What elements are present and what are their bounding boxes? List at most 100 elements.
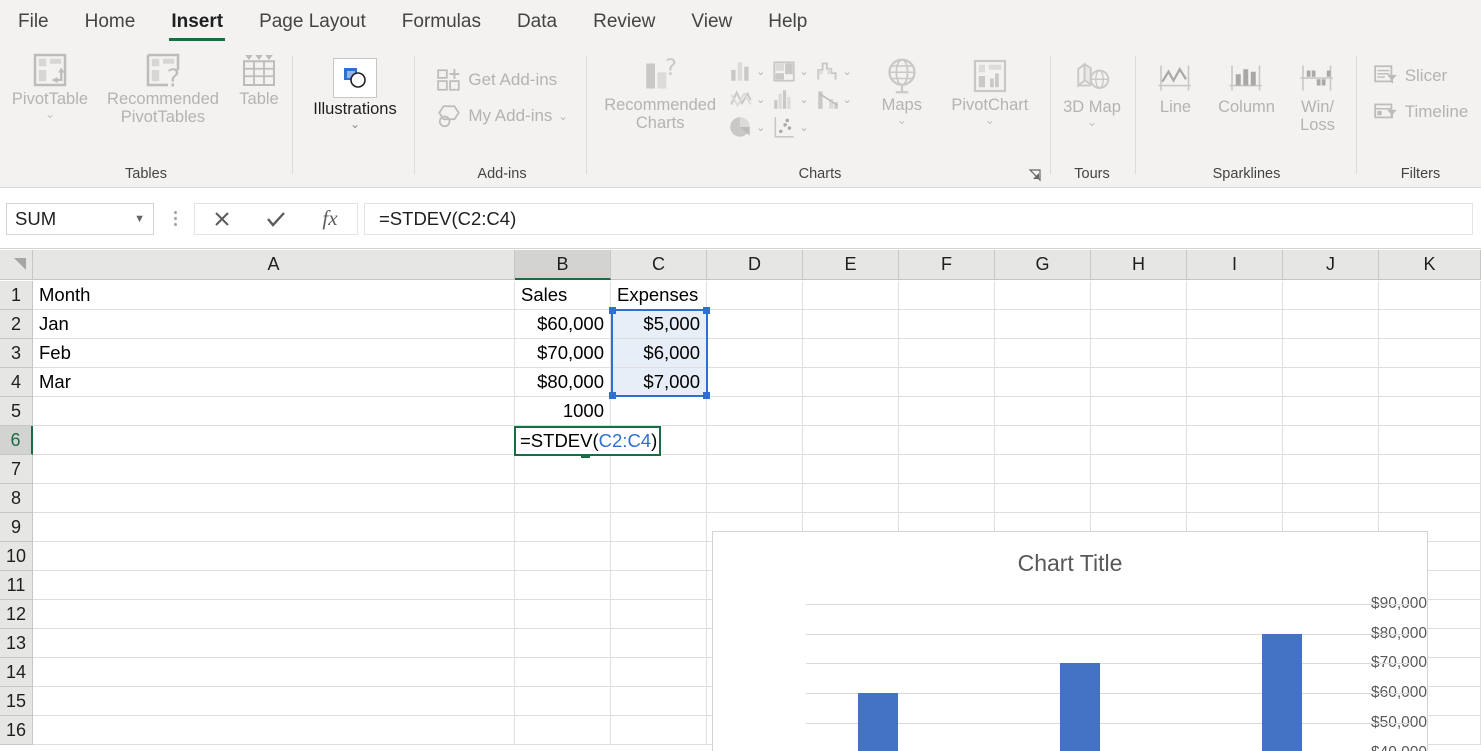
cell-E5[interactable] [803, 397, 899, 426]
row-header-16[interactable]: 16 [0, 716, 33, 745]
cell-J5[interactable] [1283, 397, 1379, 426]
sparkline-line-button[interactable]: Line [1143, 56, 1209, 118]
cell-J6[interactable] [1283, 426, 1379, 455]
cell-B11[interactable] [515, 571, 611, 600]
tab-review[interactable]: Review [575, 0, 673, 44]
cell-G8[interactable] [995, 484, 1091, 513]
statistic-chart-button[interactable]: ⌄ [771, 86, 809, 112]
cell-B15[interactable] [515, 687, 611, 716]
tab-formulas[interactable]: Formulas [384, 0, 499, 44]
cell-I6[interactable] [1187, 426, 1283, 455]
cell-A16[interactable] [33, 716, 515, 745]
scatter-chart-button[interactable]: ⌄ [771, 114, 809, 140]
cell-D3[interactable] [707, 339, 803, 368]
cell-I3[interactable] [1187, 339, 1283, 368]
cell-B3[interactable]: $70,000 [515, 339, 611, 368]
column-header-c[interactable]: C [611, 250, 707, 280]
column-header-j[interactable]: J [1283, 250, 1379, 280]
cell-I2[interactable] [1187, 310, 1283, 339]
3d-map-button[interactable]: 3D Map ⌄ [1055, 56, 1129, 129]
cell-B8[interactable] [515, 484, 611, 513]
cell-F6[interactable] [899, 426, 995, 455]
combo-chart-button[interactable]: ⌄ [815, 86, 852, 112]
row-header-7[interactable]: 7 [0, 455, 33, 484]
cell-B10[interactable] [515, 542, 611, 571]
cell-K3[interactable] [1379, 339, 1481, 368]
cell-E3[interactable] [803, 339, 899, 368]
row-header-15[interactable]: 15 [0, 687, 33, 716]
line-chart-button[interactable]: ⌄ [728, 86, 765, 112]
chevron-down-icon[interactable]: ▼ [134, 213, 145, 225]
chart-dialog-launcher-icon[interactable] [1028, 168, 1042, 182]
cell-H2[interactable] [1091, 310, 1187, 339]
cancel-button[interactable] [195, 204, 249, 234]
row-header-12[interactable]: 12 [0, 600, 33, 629]
bar-sales-mar[interactable] [1262, 633, 1302, 751]
row-header-13[interactable]: 13 [0, 629, 33, 658]
cell-A8[interactable] [33, 484, 515, 513]
cell-A10[interactable] [33, 542, 515, 571]
row-header-14[interactable]: 14 [0, 658, 33, 687]
row-header-5[interactable]: 5 [0, 397, 33, 426]
cell-F3[interactable] [899, 339, 995, 368]
cell-F2[interactable] [899, 310, 995, 339]
cell-G5[interactable] [995, 397, 1091, 426]
cell-C5[interactable] [611, 397, 707, 426]
cell-C12[interactable] [611, 600, 707, 629]
row-header-4[interactable]: 4 [0, 368, 33, 397]
cell-H7[interactable] [1091, 455, 1187, 484]
row-header-9[interactable]: 9 [0, 513, 33, 542]
cell-J2[interactable] [1283, 310, 1379, 339]
name-box[interactable]: SUM ▼ [6, 202, 154, 235]
column-header-f[interactable]: F [899, 250, 995, 280]
active-cell-editor[interactable]: =STDEV(C2:C4) [514, 426, 661, 456]
cell-K4[interactable] [1379, 368, 1481, 397]
cell-G7[interactable] [995, 455, 1091, 484]
cell-F8[interactable] [899, 484, 995, 513]
table-button[interactable]: Table [228, 48, 290, 110]
cell-E2[interactable] [803, 310, 899, 339]
cell-E8[interactable] [803, 484, 899, 513]
cell-G3[interactable] [995, 339, 1091, 368]
cell-A3[interactable]: Feb [33, 339, 515, 368]
cell-B4[interactable]: $80,000 [515, 368, 611, 397]
maps-button[interactable]: Maps ⌄ [866, 52, 938, 127]
cell-J3[interactable] [1283, 339, 1379, 368]
cell-B16[interactable] [515, 716, 611, 745]
cell-H6[interactable] [1091, 426, 1187, 455]
timeline-button[interactable]: Timeline [1369, 94, 1473, 130]
column-header-i[interactable]: I [1187, 250, 1283, 280]
cell-I4[interactable] [1187, 368, 1283, 397]
enter-button[interactable] [249, 204, 303, 234]
row-header-8[interactable]: 8 [0, 484, 33, 513]
cell-C2[interactable]: $5,000 [611, 310, 707, 339]
cell-A13[interactable] [33, 629, 515, 658]
cell-F4[interactable] [899, 368, 995, 397]
cell-C10[interactable] [611, 542, 707, 571]
cell-A5[interactable] [33, 397, 515, 426]
cell-A14[interactable] [33, 658, 515, 687]
cell-E6[interactable] [803, 426, 899, 455]
cell-B13[interactable] [515, 629, 611, 658]
cell-C14[interactable] [611, 658, 707, 687]
row-header-3[interactable]: 3 [0, 339, 33, 368]
cell-H8[interactable] [1091, 484, 1187, 513]
slicer-button[interactable]: Slicer [1369, 58, 1452, 94]
cell-B12[interactable] [515, 600, 611, 629]
formula-bar-grip[interactable] [164, 203, 186, 235]
column-header-g[interactable]: G [995, 250, 1091, 280]
cell-C15[interactable] [611, 687, 707, 716]
tab-insert[interactable]: Insert [153, 0, 241, 44]
tab-file[interactable]: File [0, 0, 67, 44]
cell-A4[interactable]: Mar [33, 368, 515, 397]
cell-B9[interactable] [515, 513, 611, 542]
cell-C16[interactable] [611, 716, 707, 745]
cell-E4[interactable] [803, 368, 899, 397]
cell-K2[interactable] [1379, 310, 1481, 339]
row-header-1[interactable]: 1 [0, 281, 33, 310]
pie-chart-button[interactable]: ⌄ [728, 114, 765, 140]
cell-J4[interactable] [1283, 368, 1379, 397]
get-addins-button[interactable]: Get Add-ins [432, 62, 561, 98]
column-header-d[interactable]: D [707, 250, 803, 280]
cell-A11[interactable] [33, 571, 515, 600]
